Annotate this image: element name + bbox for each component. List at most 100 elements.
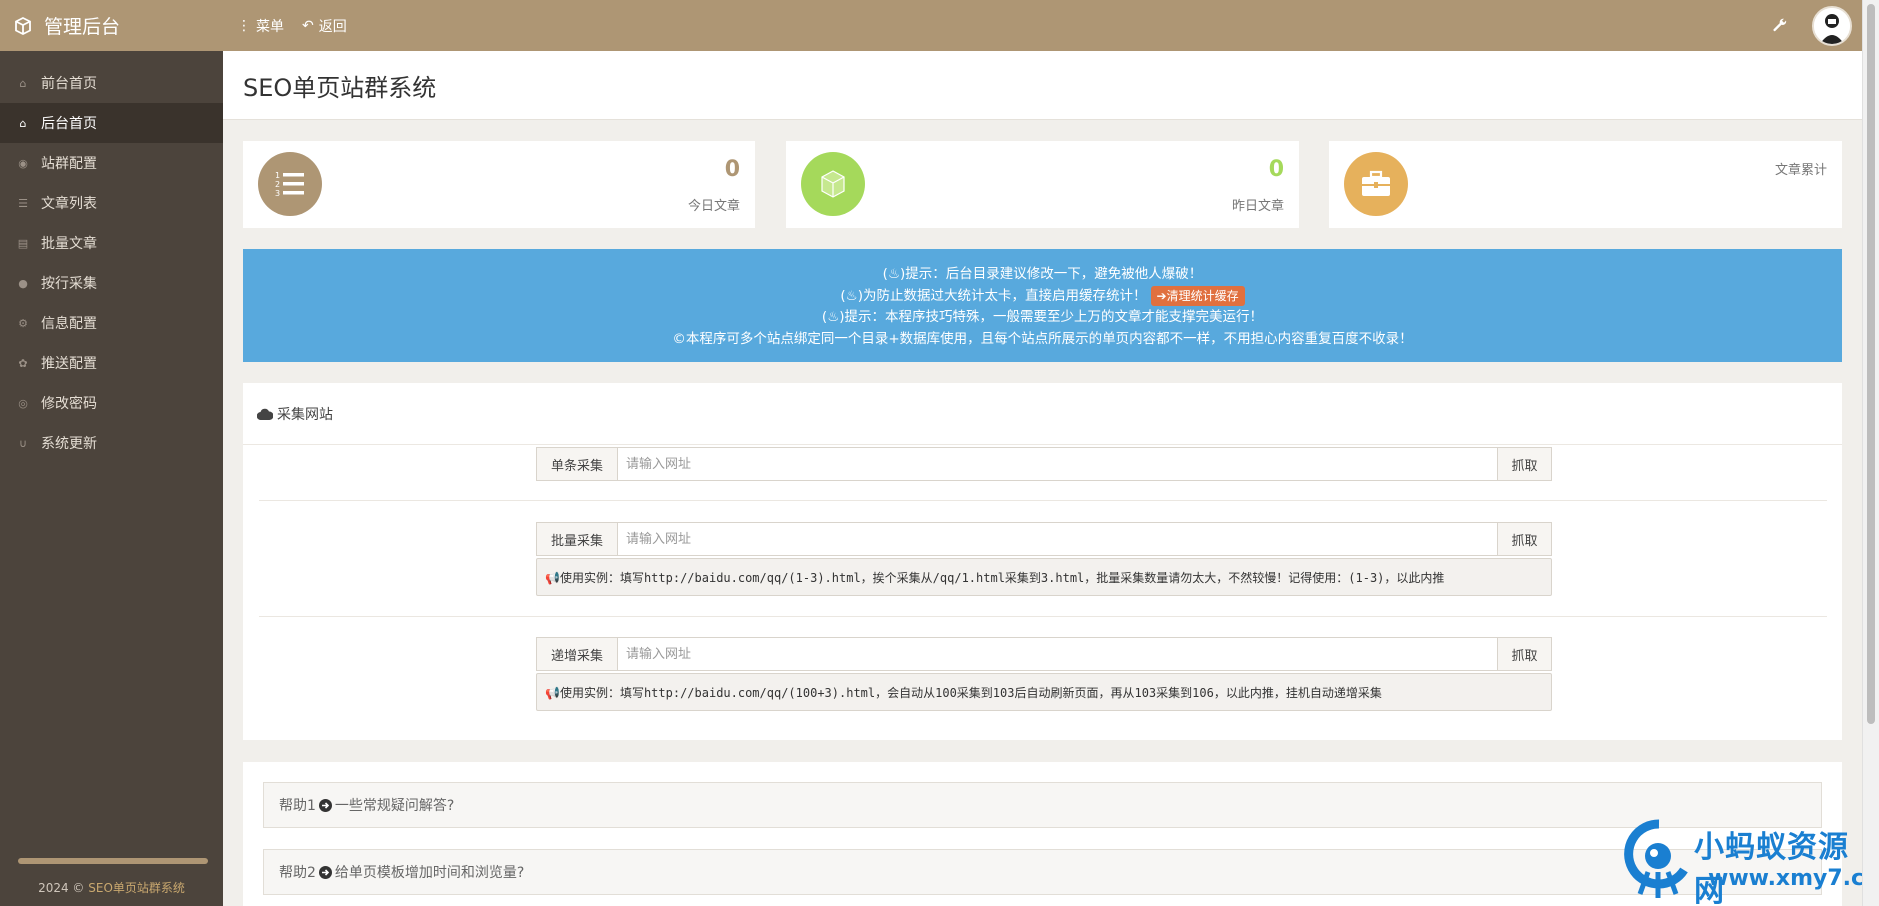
help-box: 帮助1 一些常规疑问解答? 帮助2 给单页模板增加时间和浏览量? [243, 762, 1842, 906]
stat-value: 0 [1268, 157, 1284, 182]
svg-text:1: 1 [275, 171, 280, 180]
sidebar-item-4[interactable]: ▤ 批量文章 [0, 223, 223, 263]
scrollbar-thumb[interactable] [1867, 4, 1875, 724]
grab-button[interactable]: 抓取 [1497, 638, 1551, 670]
sidebar-footer: 2024 © SEO单页站群系统 [0, 879, 223, 896]
chrome-icon: ◉ [18, 156, 28, 170]
sidebar-item-label: 前台首页 [41, 76, 97, 92]
top-bar: 管理后台 ⋮ 菜单 ↶ 返回 [0, 0, 1862, 51]
sidebar-item-0[interactable]: ⌂ 前台首页 [0, 63, 223, 103]
watermark-name: 小蚂蚁资源网 [1694, 830, 1849, 906]
help-text: 给单页模板增加时间和浏览量? [334, 865, 525, 881]
notice-text: (♨)为防止数据过大统计太卡，直接启用缓存统计！ [840, 287, 1147, 304]
stat-card-today: 123 0 今日文章 [243, 141, 755, 228]
batch-url-input[interactable] [618, 523, 1497, 555]
box-header: 采集网站 [243, 383, 1842, 445]
stat-label: 昨日文章 [1231, 199, 1284, 214]
arrow-circle-right-icon [318, 798, 332, 812]
sidebar-item-6[interactable]: ⚙ 信息配置 [0, 303, 223, 343]
svg-text:2: 2 [275, 180, 280, 189]
magnet-icon: ∪ [18, 436, 28, 450]
collect-box: 采集网站 单条采集 抓取 批量采集 抓取 📢使用实例：填写http://baid… [243, 383, 1842, 740]
watermark: 小蚂蚁资源网 www.xmy7.com [1622, 816, 1879, 906]
input-addon: 单条采集 [537, 448, 618, 480]
content-header: SEO单页站群系统 [223, 51, 1862, 120]
notice-line: (♨)提示：后台目录建议修改一下，避免被他人爆破！ [882, 266, 1203, 282]
sidebar-item-label: 按行采集 [41, 276, 97, 292]
notice-line: (♨)提示：本程序技巧特殊，一般需要至少上万的文章才能支撑完美运行！ [821, 309, 1264, 325]
sidebar-item-label: 文章列表 [41, 196, 97, 212]
help-prefix: 帮助1 [279, 798, 316, 814]
home-icon: ⌂ [19, 116, 27, 130]
book-icon: ▤ [17, 236, 29, 250]
arrow-circle-right-icon [318, 865, 332, 879]
back-button[interactable]: ↶ 返回 [302, 16, 347, 36]
stat-card-total: 文章累计 [1329, 141, 1842, 228]
ant-logo-icon [1624, 819, 1688, 898]
divider [259, 616, 1827, 617]
clear-cache-button[interactable]: ➔清理统计缓存 [1150, 285, 1245, 306]
avatar[interactable] [1812, 5, 1852, 46]
help-item-2[interactable]: 帮助2 给单页模板增加时间和浏览量? [263, 849, 1822, 895]
home-icon: ⌂ [19, 76, 27, 90]
app-title: 管理后台 [44, 16, 121, 38]
sidebar-item-9[interactable]: ∪ 系统更新 [0, 423, 223, 463]
usage-example: 📢使用实例：填写http://baidu.com/qq/(1-3).html，挨… [536, 558, 1552, 596]
divider [259, 500, 1827, 501]
sidebar-item-label: 批量文章 [41, 236, 97, 252]
input-group: 批量采集 抓取 [536, 522, 1552, 556]
sidebar-item-3[interactable]: ☰ 文章列表 [0, 183, 223, 223]
sidebar-item-label: 后台首页 [41, 116, 97, 132]
sidebar-item-label: 站群配置 [41, 156, 97, 172]
footer-year: 2024 © [38, 881, 85, 895]
back-label: 返回 [318, 18, 347, 35]
sidebar-item-label: 推送配置 [41, 356, 97, 372]
stat-label: 文章累计 [1774, 163, 1827, 178]
grab-button[interactable]: 抓取 [1497, 448, 1551, 480]
sidebar-item-label: 信息配置 [41, 316, 97, 332]
sidebar: ⌂ 前台首页 ⌂ 后台首页 ◉ 站群配置 ☰ 文章列表 ▤ 批量文章 ● 按行采集 ⚙ 信息配置 ✿ 推送配置… [0, 51, 223, 906]
grab-button[interactable]: 抓取 [1497, 523, 1551, 555]
input-addon: 批量采集 [537, 523, 618, 555]
brand[interactable]: 管理后台 [0, 0, 223, 51]
vertical-scrollbar[interactable] [1862, 0, 1879, 906]
sidebar-item-label: 修改密码 [41, 396, 97, 412]
help-item-1[interactable]: 帮助1 一些常规疑问解答? [263, 782, 1822, 828]
single-url-input[interactable] [618, 448, 1497, 480]
list-icon: ☰ [18, 196, 28, 210]
stat-card-yesterday: 0 昨日文章 [786, 141, 1299, 228]
sidebar-item-1[interactable]: ⌂ 后台首页 [0, 103, 223, 143]
page-title: SEO单页站群系统 [243, 73, 437, 102]
paw-icon: ✿ [18, 356, 28, 370]
stat-label: 今日文章 [687, 199, 740, 214]
input-addon: 递增采集 [537, 638, 618, 670]
menu-button[interactable]: ⋮ 菜单 [237, 16, 284, 36]
sidebar-item-8[interactable]: ◎ 修改密码 [0, 383, 223, 423]
usage-example: 📢使用实例：填写http://baidu.com/qq/(100+3).html… [536, 673, 1552, 711]
undo-icon: ↶ [302, 17, 314, 34]
increment-url-input[interactable] [618, 638, 1497, 670]
cube-icon [14, 16, 32, 35]
cloud-icon [257, 408, 273, 420]
box-title: 采集网站 [277, 406, 333, 423]
help-prefix: 帮助2 [279, 865, 316, 881]
wrench-icon[interactable] [1772, 17, 1790, 35]
single-collect-row: 单条采集 抓取 [536, 447, 1552, 481]
sidebar-item-7[interactable]: ✿ 推送配置 [0, 343, 223, 383]
input-group: 单条采集 抓取 [536, 447, 1552, 481]
help-text: 一些常规疑问解答? [334, 798, 455, 814]
sidebar-item-5[interactable]: ● 按行采集 [0, 263, 223, 303]
input-group: 递增采集 抓取 [536, 637, 1552, 671]
notice-line: (♨)为防止数据过大统计太卡，直接启用缓存统计！ ➔清理统计缓存 [243, 285, 1842, 308]
menu-label: 菜单 [256, 18, 284, 35]
notice-line: ©本程序可多个站点绑定同一个目录+数据库使用，且每个站点所展示的单页内容都不一样… [672, 330, 1413, 347]
sidebar-divider [18, 858, 208, 864]
sidebar-item-label: 系统更新 [41, 436, 97, 452]
increment-collect-row: 递增采集 抓取 📢使用实例：填写http://baidu.com/qq/(100… [536, 637, 1552, 711]
ordered-list-icon: 123 [258, 152, 322, 216]
sidebar-item-2[interactable]: ◉ 站群配置 [0, 143, 223, 183]
cube-icon [801, 152, 865, 216]
footer-brand-link[interactable]: SEO单页站群系统 [88, 881, 185, 895]
gear-icon: ⚙ [18, 316, 28, 330]
batch-collect-row: 批量采集 抓取 📢使用实例：填写http://baidu.com/qq/(1-3… [536, 522, 1552, 596]
